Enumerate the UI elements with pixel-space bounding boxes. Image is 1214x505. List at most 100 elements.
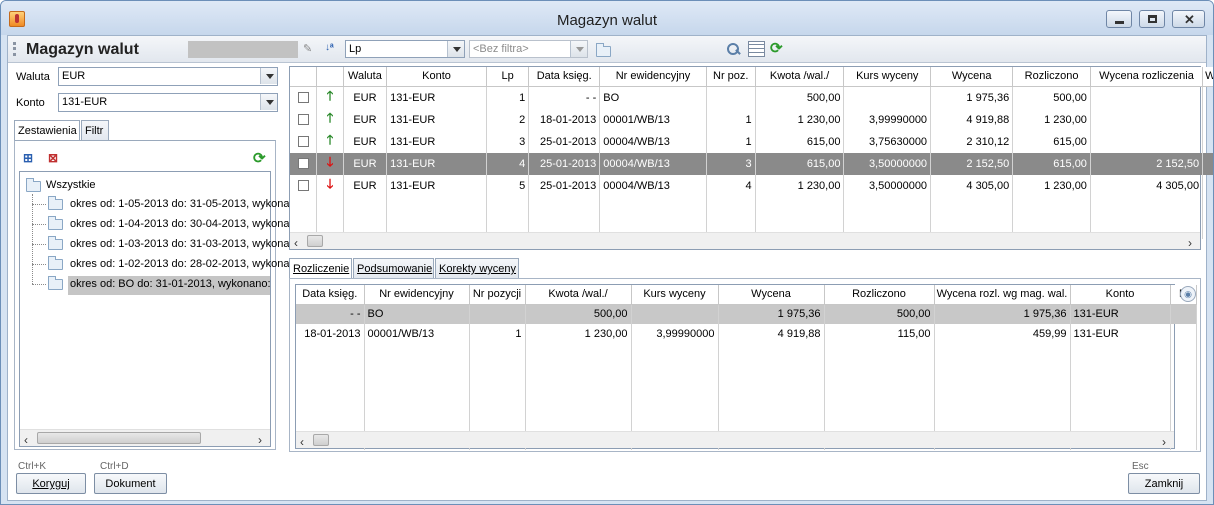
add-node-icon[interactable]: ⊞ <box>23 151 39 165</box>
sort-combo[interactable]: Lp <box>345 40 465 58</box>
table-row[interactable]: 🡑 EUR 131-EUR 3 25-01-2013 00004/WB/13 1… <box>290 130 1213 153</box>
column-header-konto[interactable]: Konto <box>386 67 487 87</box>
row-checkbox[interactable] <box>297 158 309 170</box>
cell-kurs: 3,99990000 <box>843 108 932 131</box>
row-checkbox[interactable] <box>297 92 309 104</box>
tree-root[interactable]: Wszystkie <box>46 179 96 191</box>
chevron-down-icon[interactable] <box>260 94 277 110</box>
row-checkbox-cell[interactable] <box>290 174 318 197</box>
scroll-left-icon[interactable]: ‹ <box>24 433 28 447</box>
folder-icon <box>48 196 63 210</box>
direction-cell: 🡑 <box>316 130 344 153</box>
tree-horizontal-scrollbar[interactable]: ‹ › <box>20 429 270 447</box>
column-header-kurs-wyceny[interactable]: Kurs wyceny <box>843 67 932 87</box>
column-header-nr-ewidencyjny[interactable]: Nr ewidencyjny <box>599 67 707 87</box>
scroll-right-icon[interactable]: › <box>1162 435 1166 449</box>
column-header-data-ksieg[interactable]: Data księg. <box>528 67 601 87</box>
cell-data: - - <box>528 86 601 109</box>
zamknij-button[interactable]: Zamknij <box>1128 473 1200 494</box>
tree-item[interactable]: okres od: 1-03-2013 do: 31-03-2013, wyko… <box>70 238 305 250</box>
waluta-combo[interactable]: EUR <box>58 67 278 86</box>
chevron-down-icon[interactable] <box>447 41 464 57</box>
column-header-wycena[interactable]: Wycena <box>930 67 1014 87</box>
table-row[interactable]: 🡓 EUR 131-EUR 5 25-01-2013 00004/WB/13 4… <box>290 174 1213 197</box>
row-checkbox[interactable] <box>297 136 309 148</box>
row-checkbox[interactable] <box>297 114 309 126</box>
tab-zestawienia[interactable]: Zestawienia <box>14 120 80 141</box>
toolbar-spacer <box>188 41 298 58</box>
row-checkbox-cell[interactable] <box>290 108 318 131</box>
scroll-right-icon[interactable]: › <box>258 433 262 447</box>
scroll-left-icon[interactable]: ‹ <box>300 435 304 449</box>
minimize-button[interactable] <box>1106 10 1132 28</box>
column-header-kwota[interactable]: Kwota /wal./ <box>525 285 632 305</box>
folder-icon[interactable] <box>596 43 611 57</box>
tree-item[interactable]: okres od: 1-02-2013 do: 28-02-2013, wyko… <box>70 258 305 270</box>
grid-view-icon[interactable] <box>748 41 765 57</box>
tab-rozliczenie[interactable]: Rozliczenie <box>289 258 352 279</box>
column-header-kwota[interactable]: Kwota /wal./ <box>755 67 845 87</box>
remove-node-icon[interactable]: ⊠ <box>48 151 64 165</box>
row-checkbox[interactable] <box>297 180 309 192</box>
settlement-horizontal-scrollbar[interactable]: ‹ › <box>296 431 1174 449</box>
column-header-checkbox[interactable] <box>290 67 318 87</box>
row-checkbox-cell[interactable] <box>290 130 318 153</box>
cell-waluta: EUR <box>343 152 388 175</box>
scroll-right-icon[interactable]: › <box>1188 236 1192 250</box>
row-checkbox-cell[interactable] <box>290 86 318 109</box>
pencil-icon[interactable]: ✎ <box>303 44 313 55</box>
tab-filtr[interactable]: Filtr <box>81 120 109 140</box>
cell-nr-poz <box>706 86 756 109</box>
scroll-left-icon[interactable]: ‹ <box>294 236 298 250</box>
tab-podsumowanie[interactable]: Podsumowanie <box>353 258 434 278</box>
column-header-kurs-wyceny[interactable]: Kurs wyceny <box>631 285 719 305</box>
column-header-rozliczono[interactable]: Rozliczono <box>824 285 935 305</box>
column-header-data-ksieg[interactable]: Data księg. <box>296 285 365 305</box>
column-header-nr-poz[interactable]: Nr poz. <box>706 67 756 87</box>
refresh-icon[interactable]: ⟳ <box>770 41 787 57</box>
tree-view[interactable]: Wszystkie okres od: 1-05-2013 do: 31-05-… <box>19 171 305 447</box>
table-row-selected[interactable]: 🡓 EUR 131-EUR 4 25-01-2013 00004/WB/13 3… <box>290 152 1213 175</box>
column-header-nr-ewidencyjny[interactable]: Nr ewidencyjny <box>364 285 470 305</box>
table-row[interactable]: 🡑 EUR 131-EUR 1 - - BO 500,00 1 975,36 5… <box>290 86 1213 109</box>
column-header-wycena-rozl-wg-mag[interactable]: Wycena rozl. wg mag. wal. <box>934 285 1071 305</box>
sort-az-icon[interactable]: ↓ᵃ <box>325 42 334 53</box>
dokument-button[interactable]: Dokument <box>94 473 167 494</box>
column-header-direction[interactable] <box>316 67 344 87</box>
column-header-nr-pozycji[interactable]: Nr pozycji <box>469 285 526 305</box>
column-header-konto[interactable]: Konto <box>1070 285 1171 305</box>
column-header-wycena-rozl-wg-mag[interactable]: Wycena rozl. wg mag. wal. <box>1202 67 1213 87</box>
column-header-rozliczono[interactable]: Rozliczono <box>1012 67 1091 87</box>
table-row[interactable]: 🡑 EUR 131-EUR 2 18-01-2013 00001/WB/13 1… <box>290 108 1213 131</box>
filter-combo[interactable]: <Bez filtra> <box>469 40 588 58</box>
tree-item[interactable]: okres od: 1-04-2013 do: 30-04-2013, wyko… <box>70 218 305 230</box>
koryguj-button[interactable]: Koryguj <box>16 473 86 494</box>
tab-korekty-wyceny[interactable]: Korekty wyceny <box>435 258 519 278</box>
konto-combo[interactable]: 131-EUR <box>58 93 278 112</box>
cell-waluta: EUR <box>343 86 388 109</box>
scroll-thumb[interactable] <box>37 432 201 444</box>
chevron-down-icon[interactable] <box>260 68 277 84</box>
chevron-down-icon[interactable] <box>570 41 587 57</box>
toolbar-grip-icon[interactable] <box>13 42 16 56</box>
tree-item-selected[interactable]: okres od: BO do: 31-01-2013, wykonano:20… <box>68 276 270 295</box>
maximize-button[interactable] <box>1139 10 1165 28</box>
tree-item[interactable]: okres od: 1-05-2013 do: 31-05-2013, wyko… <box>70 198 305 210</box>
folder-icon <box>26 178 41 192</box>
column-header-lp[interactable]: Lp <box>486 67 530 87</box>
column-chooser-icon[interactable]: ◉ <box>1180 286 1196 302</box>
scroll-thumb[interactable] <box>307 235 323 247</box>
column-header-wycena-rozliczenia[interactable]: Wycena rozliczenia <box>1090 67 1204 87</box>
waluta-value: EUR <box>62 70 86 82</box>
column-header-waluta[interactable]: Waluta <box>343 67 388 87</box>
table-row[interactable]: 18-01-2013 00001/WB/13 1 1 230,00 3,9999… <box>296 324 1197 344</box>
row-checkbox-cell[interactable] <box>290 152 318 175</box>
column-header-wycena[interactable]: Wycena <box>718 285 825 305</box>
app-window: Magazyn walut ✕ Magazyn walut ✎ ↓ᵃ Lp <B… <box>0 0 1214 505</box>
table-row-selected[interactable]: - - BO 500,00 1 975,36 500,00 1 975,36 1… <box>296 304 1197 324</box>
grid-horizontal-scrollbar[interactable]: ‹ › <box>290 232 1200 250</box>
search-icon[interactable] <box>725 41 742 57</box>
refresh-icon[interactable]: ⟳ <box>253 149 266 167</box>
scroll-thumb[interactable] <box>313 434 329 446</box>
close-button[interactable]: ✕ <box>1172 10 1205 28</box>
